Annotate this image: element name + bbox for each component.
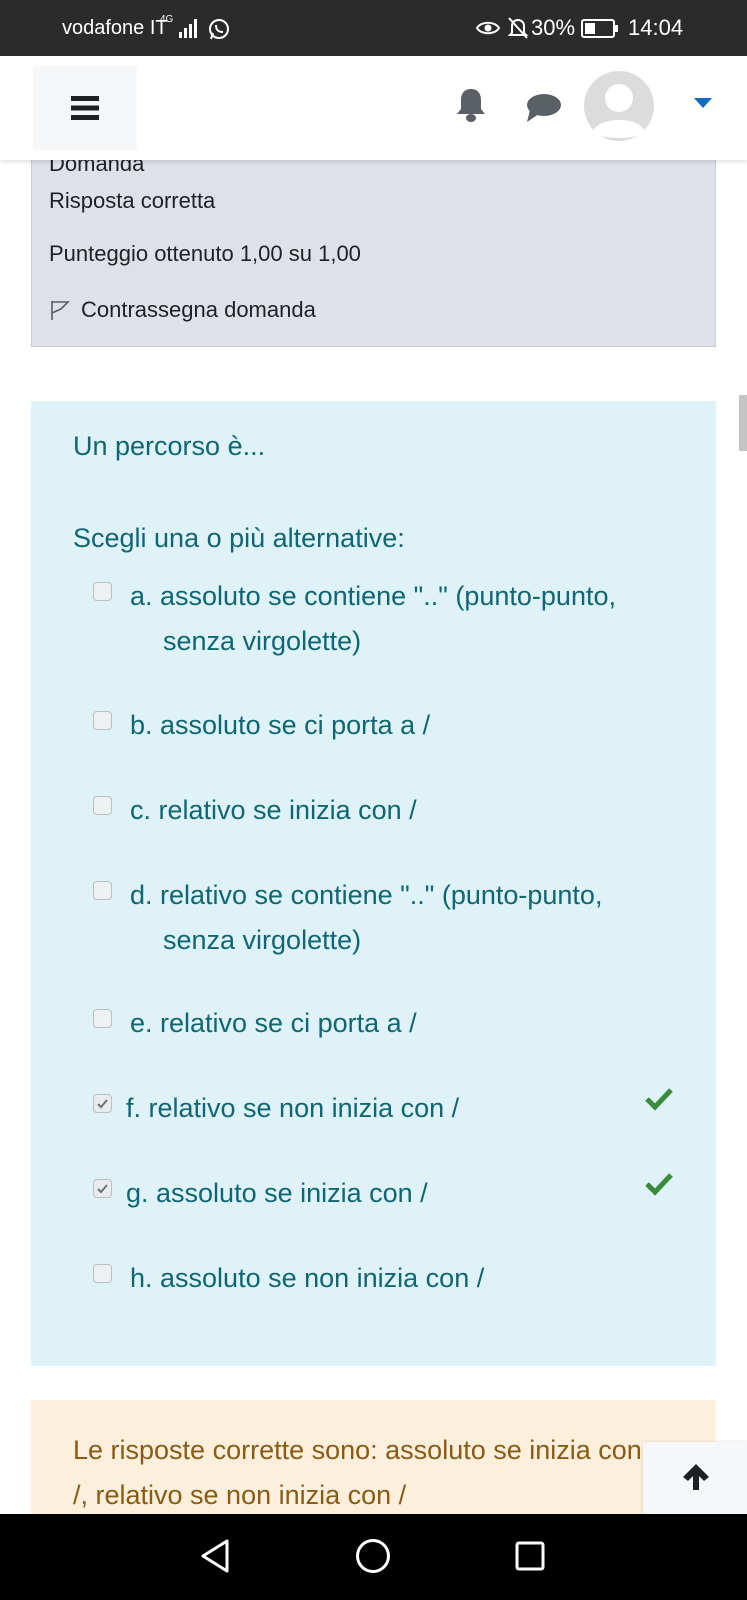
- checkmark-small-icon: [97, 1099, 108, 1109]
- flag-question-label: Contrassegna domanda: [81, 297, 316, 322]
- option-checkbox[interactable]: [93, 582, 112, 601]
- back-triangle-icon[interactable]: [199, 1538, 231, 1574]
- home-circle-icon[interactable]: [355, 1538, 391, 1574]
- option-checkbox[interactable]: [93, 796, 112, 815]
- arrow-up-icon: [683, 1464, 709, 1490]
- avatar[interactable]: [583, 70, 655, 142]
- battery-icon: [581, 19, 618, 38]
- option-label: g. assoluto se inizia con /: [126, 1178, 428, 1208]
- flag-icon: [51, 301, 70, 320]
- system-nav-bar: [0, 1514, 747, 1600]
- chat-icon[interactable]: [524, 92, 562, 124]
- signal-icon: [179, 19, 197, 38]
- option-checkbox[interactable]: [93, 711, 112, 730]
- menu-button[interactable]: [33, 66, 137, 150]
- option-label: c. relativo se inizia con /: [130, 795, 417, 825]
- option-line: a. assoluto se contiene ".." (punto-punt…: [130, 581, 616, 611]
- option-line: senza virgolette): [163, 626, 362, 656]
- right-answer-feedback: Le risposte corrette sono: assoluto se i…: [31, 1400, 716, 1514]
- option-line: senza virgolette): [163, 925, 362, 955]
- check-icon: [645, 1173, 673, 1196]
- scrollbar-thumb[interactable]: [739, 395, 747, 451]
- bell-off-icon: [507, 17, 529, 39]
- clock: 14:04: [628, 15, 684, 40]
- status-bar: vodafone IT 4G 30% 14:04: [0, 0, 747, 56]
- network-type: 4G: [160, 14, 174, 25]
- check-icon: [645, 1088, 673, 1111]
- question-text: Un percorso è...: [73, 431, 266, 461]
- hamburger-icon: [71, 96, 99, 120]
- question-content: Un percorso è... Scegli una o più altern…: [31, 401, 716, 1366]
- checkmark-small-icon: [97, 1184, 108, 1194]
- option-label: e. relativo se ci porta a /: [130, 1008, 417, 1038]
- option-label: h. assoluto se non inizia con /: [130, 1263, 485, 1293]
- caret-down-icon[interactable]: [693, 96, 713, 110]
- right-answer-text: Le risposte corrette sono: assoluto se i…: [73, 1435, 642, 1510]
- option-checkbox-checked[interactable]: [93, 1179, 112, 1198]
- question-grade: Punteggio ottenuto 1,00 su 1,00: [49, 241, 361, 266]
- carrier-label: vodafone IT: [62, 17, 168, 39]
- back-to-top-button[interactable]: [643, 1442, 747, 1516]
- recent-apps-icon[interactable]: [515, 1541, 545, 1571]
- battery-percent: 30%: [531, 15, 576, 40]
- option-checkbox[interactable]: [93, 1009, 112, 1028]
- answer-prompt: Scegli una o più alternative:: [73, 523, 405, 553]
- option-label: a. assoluto se contiene ".." (punto-punt…: [130, 574, 650, 664]
- app-header: [0, 56, 747, 160]
- option-label: f. relativo se non inizia con /: [126, 1093, 460, 1123]
- option-checkbox[interactable]: [93, 881, 112, 900]
- option-label: b. assoluto se ci porta a /: [130, 710, 431, 740]
- question-state: Risposta corretta: [49, 188, 216, 213]
- whatsapp-icon: [209, 19, 229, 40]
- option-checkbox-checked[interactable]: [93, 1094, 112, 1113]
- option-checkbox[interactable]: [93, 1264, 112, 1283]
- bell-icon[interactable]: [453, 86, 489, 124]
- eye-comfort-icon: [475, 21, 501, 35]
- option-line: d. relativo se contiene ".." (punto-punt…: [130, 880, 603, 910]
- flag-question-link[interactable]: Contrassegna domanda: [49, 297, 316, 323]
- option-label: d. relativo se contiene ".." (punto-punt…: [130, 873, 650, 963]
